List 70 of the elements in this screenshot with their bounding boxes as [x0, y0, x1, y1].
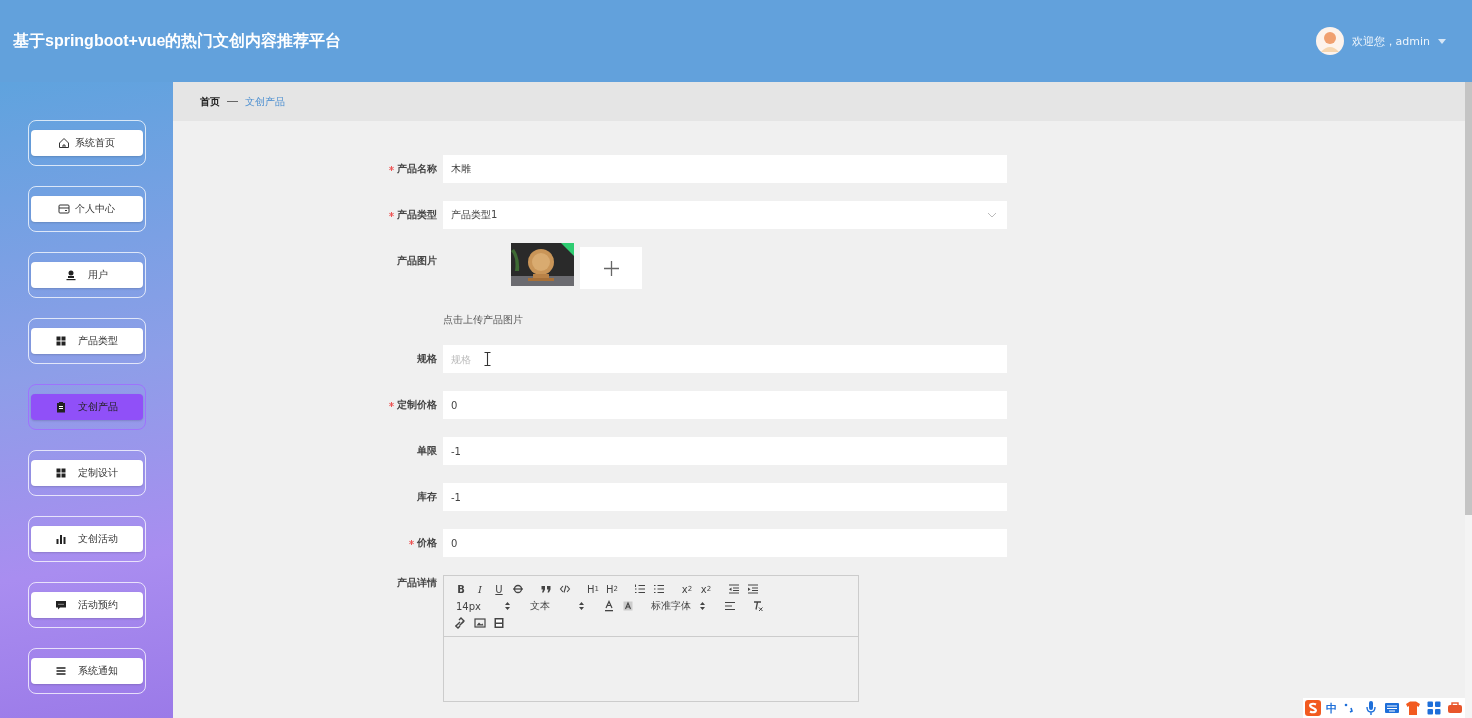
- input-field[interactable]: 规格: [443, 345, 1007, 373]
- text-cursor-icon: [484, 352, 491, 366]
- quote-icon[interactable]: [540, 583, 552, 595]
- apps-icon[interactable]: [1426, 700, 1442, 716]
- format-button[interactable]: I: [471, 582, 489, 596]
- input-field[interactable]: 0: [443, 391, 1007, 419]
- chat-icon: [55, 599, 67, 611]
- field-label: 规格: [417, 352, 437, 366]
- highlight-icon[interactable]: [622, 600, 634, 612]
- scrollbar[interactable]: [1465, 82, 1472, 718]
- nav-item[interactable]: 个人中心: [30, 196, 143, 222]
- indent-icon[interactable]: [747, 583, 759, 595]
- field-label: 单限: [417, 444, 437, 458]
- text-color-icon[interactable]: [603, 600, 615, 612]
- up-down-icon: [700, 602, 705, 610]
- grid-icon: [55, 335, 67, 347]
- toolbar-select[interactable]: 文本: [526, 599, 590, 613]
- field-label: 产品详情: [397, 576, 437, 590]
- field-label: 产品图片: [397, 254, 437, 268]
- toolbar-select[interactable]: 14px: [452, 599, 516, 613]
- toolbox-icon[interactable]: [1447, 700, 1463, 716]
- card-icon: [58, 203, 70, 215]
- clear-format-icon[interactable]: [752, 600, 764, 612]
- microphone-icon[interactable]: [1363, 700, 1379, 716]
- sogou-logo-icon[interactable]: [1305, 700, 1321, 716]
- home-icon: [58, 137, 70, 149]
- nav-item[interactable]: 系统通知: [30, 658, 143, 684]
- nav-item[interactable]: 产品类型: [30, 328, 143, 354]
- avatar-icon: [1315, 27, 1344, 55]
- nav-item[interactable]: 定制设计: [30, 460, 143, 486]
- bullet-list-icon[interactable]: [653, 583, 665, 595]
- app-title: 基于springboot+vue的热门文创内容推荐平台: [13, 30, 342, 51]
- breadcrumb-separator: [227, 101, 238, 102]
- clipboard-icon: [55, 401, 67, 413]
- up-down-icon: [505, 602, 510, 610]
- scrollbar-thumb[interactable]: [1465, 82, 1472, 515]
- nav-item[interactable]: 系统首页: [30, 130, 143, 156]
- keyboard-icon[interactable]: [1384, 700, 1400, 716]
- strike-icon[interactable]: [512, 583, 524, 595]
- bar-chart-icon: [55, 533, 67, 545]
- breadcrumb-link[interactable]: 首页: [200, 94, 220, 109]
- input-field[interactable]: -1: [443, 483, 1007, 511]
- grid-icon: [55, 467, 67, 479]
- ordered-list-icon[interactable]: [634, 583, 646, 595]
- list-icon: [55, 665, 67, 677]
- field-label: 库存: [417, 490, 437, 504]
- format-button[interactable]: U: [490, 582, 508, 596]
- up-down-icon: [579, 602, 584, 610]
- image-icon[interactable]: [474, 617, 486, 629]
- code-icon[interactable]: [559, 583, 571, 595]
- format-button[interactable]: B: [452, 582, 470, 596]
- align-icon[interactable]: [724, 600, 736, 612]
- shirt-icon[interactable]: [1405, 700, 1421, 716]
- link-icon[interactable]: [455, 617, 467, 629]
- nav-item[interactable]: 活动预约: [30, 592, 143, 618]
- upload-hint: 点击上传产品图片: [443, 313, 524, 327]
- plus-icon: [603, 260, 619, 276]
- nav-item[interactable]: 用户: [30, 262, 143, 288]
- video-icon[interactable]: [493, 617, 505, 629]
- select-field[interactable]: 产品类型1: [443, 201, 1007, 229]
- input-field[interactable]: 0: [443, 529, 1007, 557]
- input-mode-button[interactable]: 中: [1326, 700, 1337, 716]
- input-field[interactable]: -1: [443, 437, 1007, 465]
- user-icon: [65, 269, 77, 281]
- toolbar-select[interactable]: 标准字体: [647, 599, 711, 613]
- nav-item[interactable]: 文创活动: [30, 526, 143, 552]
- outdent-icon[interactable]: [728, 583, 740, 595]
- input-field[interactable]: 木雕: [443, 155, 1007, 183]
- nav-item[interactable]: 文创产品: [30, 394, 143, 420]
- chevron-down-icon: [987, 212, 997, 218]
